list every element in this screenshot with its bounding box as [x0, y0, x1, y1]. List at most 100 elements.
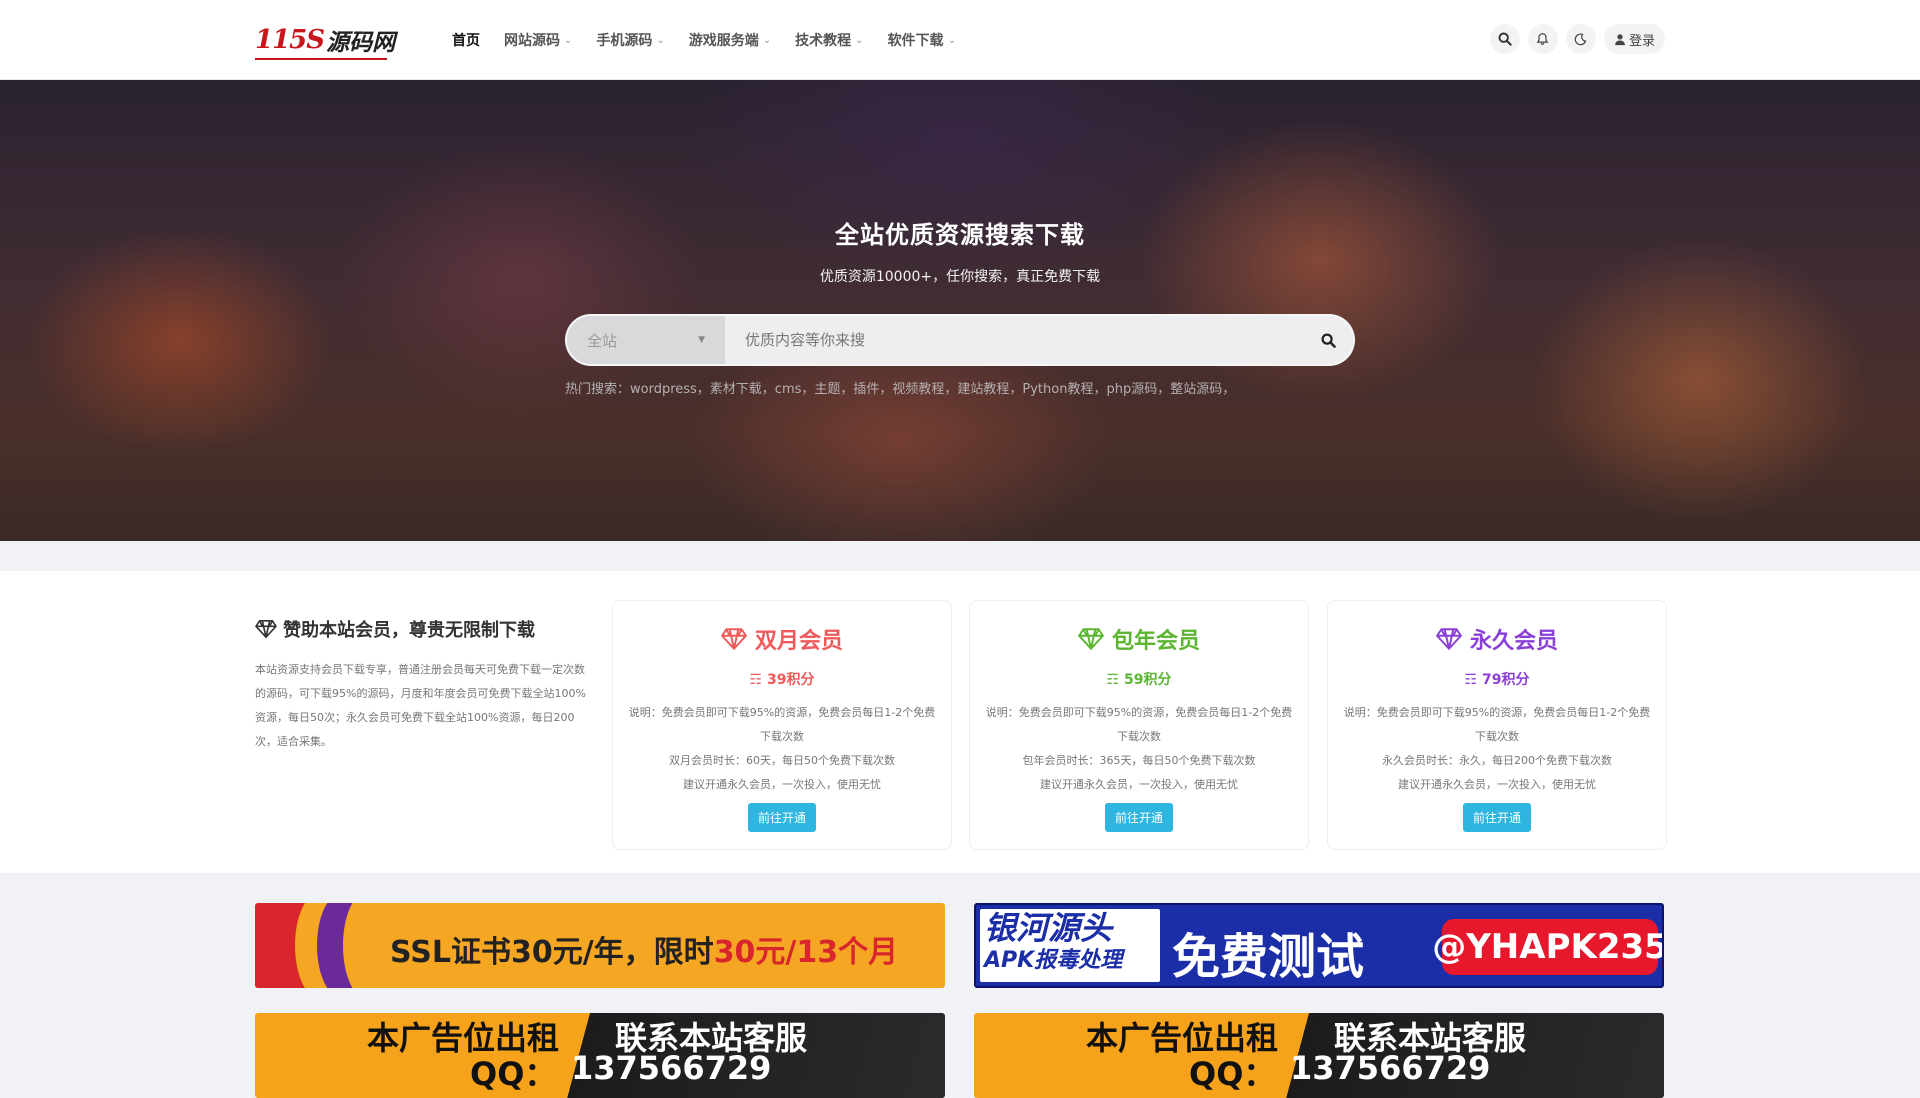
- hero-subtitle: 优质资源10000+，任你搜索，真正免费下载: [819, 269, 1101, 285]
- coins-icon: ☶: [1464, 672, 1478, 688]
- vip-card-desc-line: 说明：免费会员即可下载95%的资源，免费会员每日1-2个免费下载次数: [985, 706, 1293, 743]
- vip-card-name: 永久会员: [1328, 623, 1666, 655]
- coins-icon: ☶: [1106, 672, 1120, 688]
- ad-ssl-text: SSL证书30元/年，限时30元/13个月: [390, 927, 898, 971]
- nav-label: 技术教程: [795, 33, 852, 49]
- vip-card-desc-line: 建议开通永久会员，一次投入，使用无忧: [1398, 778, 1596, 791]
- vip-card-price-text: 79积分: [1481, 672, 1530, 688]
- ad-decor-shape: [343, 903, 389, 988]
- ad-rent-qq-label: QQ：: [1189, 1055, 1276, 1093]
- ad-galaxy-subtitle: APK报毒处理: [984, 948, 1123, 973]
- search-category-select[interactable]: 全站 ▼: [567, 316, 725, 364]
- vip-intro: 赞助本站会员，尊贵无限制下载 本站资源支持会员下载专享，普通注册会员每天可免费下…: [255, 616, 595, 754]
- logo-number: 115S: [255, 25, 325, 55]
- nav-label: 游戏服务端: [688, 33, 759, 49]
- nav-item-website-source[interactable]: 网站源码 ⌄: [504, 30, 572, 50]
- dark-mode-toggle[interactable]: [1565, 24, 1596, 54]
- vip-card-lifetime: 永久会员 ☶ 79积分 说明：免费会员即可下载95%的资源，免费会员每日1-2个…: [1327, 600, 1667, 850]
- diamond-icon: [721, 628, 747, 650]
- nav-label: 首页: [452, 33, 480, 49]
- hero-title: 全站优质资源搜索下载: [835, 221, 1085, 249]
- ad-ssl-highlight: 30元/13个月: [713, 935, 899, 970]
- nav-label: 网站源码: [504, 33, 560, 49]
- vip-card-desc: 说明：免费会员即可下载95%的资源，免费会员每日1-2个免费下载次数 包年会员时…: [970, 701, 1308, 797]
- diamond-icon: [1078, 628, 1104, 650]
- main-nav: 首页 网站源码 ⌄ 手机源码 ⌄ 游戏服务端 ⌄ 技术教程 ⌄ 软件下载 ⌄: [452, 0, 980, 80]
- vip-card-price-text: 59积分: [1123, 672, 1172, 688]
- vip-card-desc-line: 包年会员时长：365天，每日50个免费下载次数: [1022, 754, 1256, 767]
- search-button[interactable]: [1489, 24, 1520, 54]
- vip-card-desc-line: 建议开通永久会员，一次投入，使用无忧: [683, 778, 881, 791]
- vip-intro-text: 本站资源支持会员下载专享，普通注册会员每天可免费下载一定次数的源码，可下载95%…: [255, 663, 586, 748]
- login-label: 登录: [1628, 33, 1655, 49]
- ad-banner-rent-right[interactable]: 本广告位出租 联系本站客服 QQ： 137566729: [974, 1013, 1664, 1098]
- diamond-icon: [1436, 628, 1462, 650]
- site-logo[interactable]: 115S 源码网: [255, 24, 396, 60]
- vip-card-name-text: 永久会员: [1469, 629, 1558, 654]
- ad-banner-rent-left[interactable]: 本广告位出租 联系本站客服 QQ： 137566729: [255, 1013, 945, 1098]
- chevron-down-icon: ⌄: [947, 34, 956, 46]
- ad-galaxy-tag: @YHAPK235: [1432, 919, 1662, 975]
- vip-card-name-text: 双月会员: [754, 629, 843, 654]
- vip-intro-title: 赞助本站会员，尊贵无限制下载: [255, 616, 595, 642]
- vip-card-price: ☶ 79积分: [1328, 669, 1666, 689]
- vip-title-text: 赞助本站会员，尊贵无限制下载: [283, 620, 535, 641]
- ad-rent-qq-label: QQ：: [470, 1055, 557, 1093]
- nav-item-tutorials[interactable]: 技术教程 ⌄: [795, 30, 863, 50]
- vip-open-button[interactable]: 前往开通: [747, 803, 816, 832]
- nav-item-mobile-source[interactable]: 手机源码 ⌄: [596, 30, 664, 50]
- header-actions: 登录: [1482, 24, 1665, 54]
- hot-search-list[interactable]: 热门搜索：wordpress，素材下载，cms，主题，插件，视频教程，建站教程，…: [565, 378, 1365, 397]
- search-category-value: 全站: [587, 331, 618, 350]
- caret-down-icon: ▼: [698, 335, 705, 345]
- logo-underline: [255, 58, 387, 60]
- user-icon: [1615, 33, 1625, 45]
- vip-card-desc: 说明：免费会员即可下载95%的资源，免费会员每日1-2个免费下载次数 永久会员时…: [1328, 701, 1666, 797]
- vip-open-button[interactable]: 前往开通: [1104, 803, 1173, 832]
- nav-item-software[interactable]: 软件下载 ⌄: [888, 30, 956, 50]
- vip-card-desc-line: 建议开通永久会员，一次投入，使用无忧: [1040, 778, 1238, 791]
- ad-galaxy-logo-box: 银河源头 APK报毒处理: [980, 909, 1160, 982]
- nav-item-home[interactable]: 首页: [452, 30, 480, 50]
- vip-section: 赞助本站会员，尊贵无限制下载 本站资源支持会员下载专享，普通注册会员每天可免费下…: [0, 571, 1920, 873]
- nav-item-game-server[interactable]: 游戏服务端 ⌄: [689, 30, 771, 50]
- vip-card-name: 双月会员: [613, 623, 951, 655]
- notification-button[interactable]: [1527, 24, 1558, 54]
- hero-banner: 全站优质资源搜索下载 优质资源10000+，任你搜索，真正免费下载 全站 ▼ 热…: [0, 80, 1920, 541]
- vip-card-name-text: 包年会员: [1111, 629, 1200, 654]
- ad-ssl-main: SSL证书30元/年，限时: [390, 935, 714, 970]
- vip-card-desc-line: 说明：免费会员即可下载95%的资源，免费会员每日1-2个免费下载次数: [628, 706, 936, 743]
- ad-galaxy-free-test: 免费测试: [1172, 929, 1365, 985]
- diamond-icon: [255, 620, 277, 638]
- search-icon: [1320, 332, 1336, 348]
- hero-search-bar: 全站 ▼: [565, 314, 1355, 366]
- search-input[interactable]: [725, 316, 1303, 364]
- search-icon: [1498, 32, 1512, 46]
- bell-icon: [1537, 33, 1549, 45]
- ad-banner-galaxy[interactable]: 银河源头 APK报毒处理 免费测试 @YHAPK235: [974, 903, 1664, 988]
- ad-banner-ssl[interactable]: SSL证书30元/年，限时30元/13个月: [255, 903, 945, 988]
- ad-rent-qq: 137566729: [571, 1049, 772, 1087]
- chevron-down-icon: ⌄: [855, 34, 864, 46]
- vip-card-yearly: 包年会员 ☶ 59积分 说明：免费会员即可下载95%的资源，免费会员每日1-2个…: [969, 600, 1309, 850]
- chevron-down-icon: ⌄: [762, 34, 772, 46]
- chevron-down-icon: ⌄: [656, 34, 665, 46]
- vip-card-desc-line: 双月会员时长：60天，每日50个免费下载次数: [669, 754, 895, 767]
- vip-card-price-text: 39积分: [766, 672, 815, 688]
- ad-galaxy-title: 银河源头: [984, 909, 1113, 947]
- nav-label: 软件下载: [887, 33, 944, 49]
- moon-icon: [1575, 32, 1587, 45]
- chevron-down-icon: ⌄: [564, 34, 573, 46]
- nav-label: 手机源码: [596, 33, 653, 49]
- coins-icon: ☶: [749, 672, 763, 688]
- site-header: 115S 源码网 首页 网站源码 ⌄ 手机源码 ⌄ 游戏服务端 ⌄ 技术教程 ⌄ 软件下…: [0, 0, 1920, 80]
- login-button[interactable]: 登录: [1603, 24, 1665, 54]
- search-submit-button[interactable]: [1303, 316, 1353, 364]
- vip-open-button[interactable]: 前往开通: [1462, 803, 1531, 832]
- vip-card-price: ☶ 39积分: [613, 669, 951, 689]
- vip-card-bimonthly: 双月会员 ☶ 39积分 说明：免费会员即可下载95%的资源，免费会员每日1-2个…: [612, 600, 952, 850]
- vip-card-price: ☶ 59积分: [970, 669, 1308, 689]
- vip-card-name: 包年会员: [970, 623, 1308, 655]
- vip-card-desc-line: 说明：免费会员即可下载95%的资源，免费会员每日1-2个免费下载次数: [1343, 706, 1651, 743]
- logo-text: 源码网: [326, 29, 396, 56]
